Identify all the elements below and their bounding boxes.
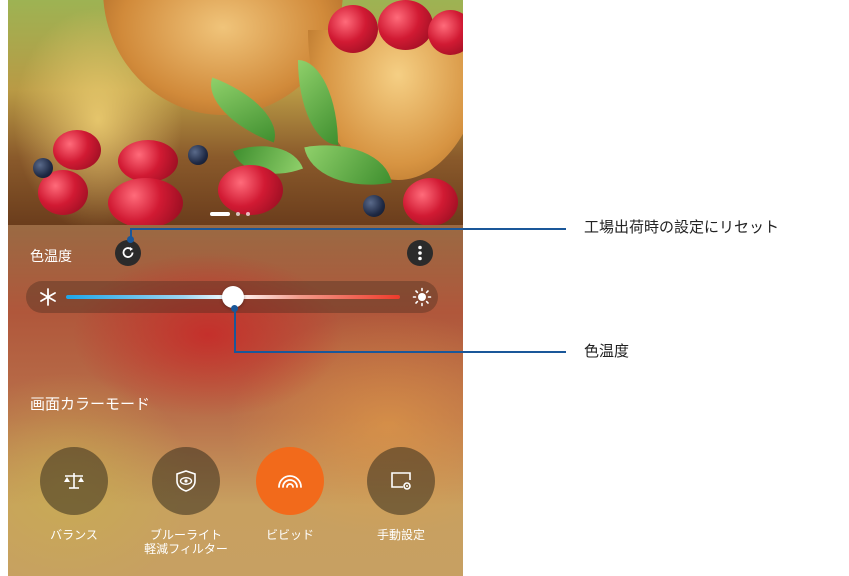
mode-manual-button[interactable]: [367, 447, 435, 515]
rainbow-icon: [278, 475, 302, 488]
mode-vivid-button[interactable]: [256, 447, 324, 515]
mode-balance[interactable]: バランス: [24, 447, 124, 542]
eye-shield-icon: [176, 470, 196, 492]
mode-bluelight-button[interactable]: [152, 447, 220, 515]
phone-screen: 色温度 画面カラーモード バランス ブルーライト 軽減フィルター ビビッド 手動…: [8, 0, 463, 576]
more-options-button[interactable]: [407, 240, 433, 266]
mode-balance-label: バランス: [50, 528, 98, 542]
more-vertical-icon: [418, 245, 422, 261]
mode-manual[interactable]: 手動設定: [351, 447, 451, 542]
screen-settings-icon: [391, 472, 411, 490]
refresh-icon: [122, 247, 134, 258]
screen-color-mode-title: 画面カラーモード: [30, 395, 151, 413]
snowflake-icon: [40, 288, 56, 306]
mode-balance-button[interactable]: [40, 447, 108, 515]
reset-button[interactable]: [115, 240, 141, 266]
reset-callout-text: 工場出荷時の設定にリセット: [584, 218, 780, 236]
balance-scale-icon: [64, 473, 84, 489]
mode-vivid[interactable]: ビビッド: [240, 447, 340, 542]
color-temperature-label: 色温度: [30, 249, 72, 265]
wallpaper-photo: [8, 0, 463, 228]
page-indicator: [210, 212, 250, 216]
mode-manual-label: 手動設定: [376, 528, 425, 542]
color-temp-callout-text: 色温度: [584, 342, 630, 360]
mode-vivid-label: ビビッド: [265, 528, 314, 542]
sun-icon: [412, 287, 432, 307]
mode-bluelight-label: ブルーライト 軽減フィルター: [144, 528, 228, 556]
mode-bluelight-filter[interactable]: ブルーライト 軽減フィルター: [136, 447, 236, 556]
